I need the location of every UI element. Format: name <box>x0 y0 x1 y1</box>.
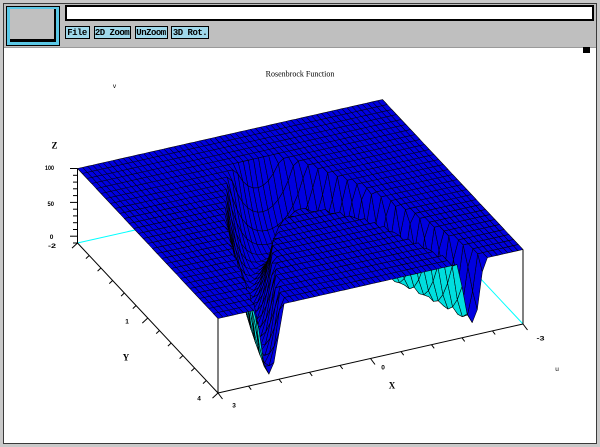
svg-text:4: 4 <box>197 396 201 403</box>
svg-text:100: 100 <box>45 165 54 172</box>
svg-text:50: 50 <box>48 201 55 208</box>
svg-text:X: X <box>389 381 396 391</box>
svg-text:u: u <box>555 366 559 373</box>
svg-text:0: 0 <box>381 365 385 372</box>
svg-text:Rosenbrock Function: Rosenbrock Function <box>266 70 335 79</box>
svg-text:1: 1 <box>125 319 129 326</box>
svg-text:v: v <box>113 83 117 90</box>
svg-text:3: 3 <box>232 403 236 410</box>
svg-text:-3: -3 <box>537 336 546 343</box>
svg-text:-2: -2 <box>48 243 57 250</box>
svg-text:Y: Y <box>123 353 130 363</box>
svg-text:0: 0 <box>50 234 54 241</box>
svg-text:Z: Z <box>51 141 57 151</box>
